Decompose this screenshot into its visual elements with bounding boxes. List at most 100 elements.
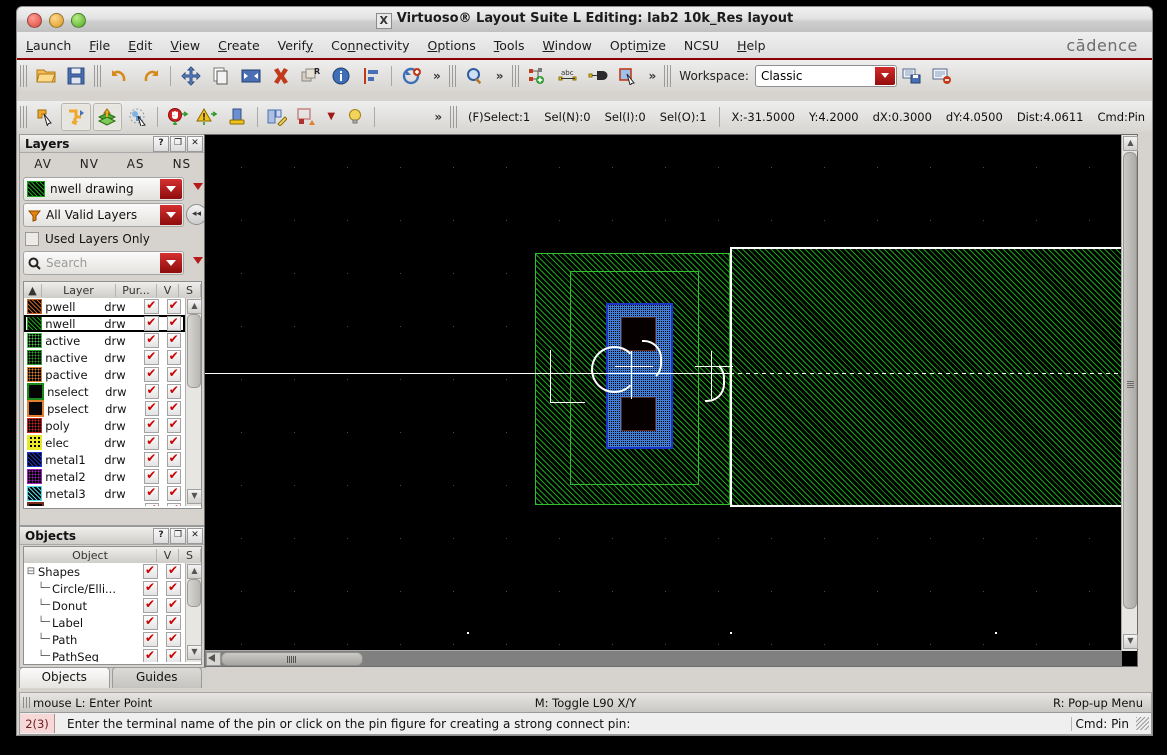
layer-visible-checkbox[interactable] xyxy=(144,298,159,314)
menu-ncsu[interactable]: NCSU xyxy=(675,36,728,55)
layer-filter-dropdown-icon[interactable] xyxy=(160,205,182,225)
layer-selectable-checkbox[interactable] xyxy=(166,434,181,450)
layer-selectable-checkbox[interactable] xyxy=(166,417,181,433)
layer-visible-checkbox[interactable] xyxy=(144,417,159,433)
warning-icon[interactable] xyxy=(194,104,221,130)
current-layer-dropdown-icon[interactable] xyxy=(160,179,182,199)
canvas-scroll-up-icon[interactable]: ▲ xyxy=(1123,136,1138,151)
object-visible-checkbox[interactable] xyxy=(143,580,158,596)
copy-icon[interactable] xyxy=(207,63,235,89)
layer-visible-checkbox[interactable] xyxy=(144,349,159,365)
help-icon[interactable]: ? xyxy=(153,528,169,544)
layer-filter-select[interactable]: All Valid Layers xyxy=(23,203,184,227)
layer-visible-checkbox[interactable] xyxy=(144,400,159,416)
toolbar2-overflow[interactable]: » xyxy=(428,110,447,124)
menu-create[interactable]: Create xyxy=(209,36,269,55)
nwell-region-right-selected[interactable] xyxy=(730,247,1122,507)
layer-row-metal1[interactable]: metal1 drw xyxy=(24,451,185,468)
rotate-icon[interactable]: R xyxy=(297,63,325,89)
layer-visible-checkbox[interactable] xyxy=(144,485,159,501)
current-layer-select[interactable]: nwell drawing xyxy=(23,177,184,201)
toolbar-overflow-2[interactable]: » xyxy=(490,69,509,83)
menu-file[interactable]: File xyxy=(80,36,119,55)
undock-icon[interactable]: ❐ xyxy=(170,136,186,152)
object-selectable-checkbox[interactable] xyxy=(166,580,181,596)
layer-selectable-checkbox[interactable] xyxy=(166,451,181,467)
col-header-object[interactable]: Object xyxy=(24,548,157,562)
layer-selectable-checkbox[interactable] xyxy=(166,502,182,506)
scroll-down-icon[interactable]: ▼ xyxy=(187,645,202,660)
col-header-object-s[interactable]: S xyxy=(179,548,201,562)
close-icon[interactable]: ✕ xyxy=(187,528,203,544)
layer-visible-checkbox[interactable] xyxy=(144,468,159,484)
tab-objects[interactable]: Objects xyxy=(19,667,110,688)
object-row-label[interactable]: └─ Label xyxy=(24,614,185,631)
used-layers-only-checkbox[interactable] xyxy=(25,232,39,246)
menu-options[interactable]: Options xyxy=(418,36,484,55)
layer-row-metal2[interactable]: metal2 drw xyxy=(24,468,185,485)
col-header-s[interactable]: S xyxy=(179,283,201,297)
layer-row-nselect[interactable]: nselect drw xyxy=(24,383,185,400)
undo-icon[interactable] xyxy=(106,63,134,89)
command-prompt[interactable]: Enter the terminal name of the pin or cl… xyxy=(55,717,1071,731)
canvas-hscroll-thumb[interactable] xyxy=(221,652,363,666)
layer-visible-checkbox[interactable] xyxy=(144,502,159,506)
layer-visible-checkbox[interactable] xyxy=(144,434,159,450)
objects-scroll-thumb[interactable] xyxy=(187,579,201,607)
undo-history-icon[interactable] xyxy=(398,63,426,89)
chevron-down-icon[interactable] xyxy=(874,66,895,85)
scroll-up-icon[interactable]: ▲ xyxy=(187,564,202,579)
layer-selectable-checkbox[interactable] xyxy=(166,485,181,501)
object-row-donut[interactable]: └─ Donut xyxy=(24,597,185,614)
layer-visible-checkbox[interactable] xyxy=(144,451,159,467)
object-row-shapes[interactable]: ⊟ Shapes xyxy=(24,563,185,580)
edit-in-place-icon[interactable] xyxy=(264,104,291,130)
select-rect-icon[interactable] xyxy=(614,63,642,89)
object-selectable-checkbox[interactable] xyxy=(166,631,181,647)
bulb-icon[interactable] xyxy=(341,104,368,130)
layer-selectable-checkbox[interactable] xyxy=(166,383,182,399)
object-selectable-checkbox[interactable] xyxy=(166,614,181,630)
col-header-v[interactable]: V xyxy=(157,283,179,297)
layer-search-dropdown-icon[interactable] xyxy=(160,253,182,273)
object-visible-checkbox[interactable] xyxy=(143,648,158,662)
workspace-select[interactable]: Classic xyxy=(754,64,897,87)
status-drag-handle[interactable] xyxy=(450,105,458,128)
toolbar-overflow-3[interactable]: » xyxy=(643,69,662,83)
canvas-vscroll-thumb[interactable] xyxy=(1123,152,1137,609)
create-instance-icon[interactable] xyxy=(524,63,552,89)
object-row-pathseg[interactable]: └─ PathSeg xyxy=(24,648,185,662)
menu-view[interactable]: View xyxy=(161,36,209,55)
col-as[interactable]: AS xyxy=(113,157,159,171)
save-icon[interactable] xyxy=(62,63,90,89)
layer-selectable-checkbox[interactable] xyxy=(166,366,181,382)
menu-help[interactable]: Help xyxy=(728,36,775,55)
object-selectable-checkbox[interactable] xyxy=(166,597,181,613)
layer-row-active[interactable]: active drw xyxy=(24,332,185,349)
object-visible-checkbox[interactable] xyxy=(143,597,158,613)
layer-row-pwell[interactable]: pwell drw xyxy=(24,298,185,315)
ruler-icon[interactable] xyxy=(223,104,250,130)
objects-table-scrollbar[interactable]: ▲ ▼ xyxy=(185,563,202,662)
zoom-icon[interactable] xyxy=(461,63,489,89)
toolbar-drag-handle-2[interactable] xyxy=(94,64,102,87)
layer-search-field[interactable]: Search xyxy=(23,251,184,275)
undock-icon[interactable]: ❐ xyxy=(170,528,186,544)
layer-row-pselect[interactable]: pselect drw xyxy=(24,400,185,417)
layer-selectable-checkbox[interactable] xyxy=(166,468,181,484)
layer-selectable-checkbox[interactable] xyxy=(166,315,181,331)
layer-visible-checkbox[interactable] xyxy=(144,383,159,399)
used-layers-only-row[interactable]: Used Layers Only xyxy=(20,229,205,249)
redo-icon[interactable] xyxy=(136,63,164,89)
scroll-up-icon[interactable]: ▲ xyxy=(187,299,202,314)
canvas-scroll-down-icon[interactable]: ▼ xyxy=(1123,634,1138,649)
help-icon[interactable]: ? xyxy=(153,136,169,152)
layers-table-scrollbar[interactable]: ▲ ▼ xyxy=(185,298,202,506)
object-visible-checkbox[interactable] xyxy=(143,614,158,630)
sort-ascending-icon[interactable]: ▲ xyxy=(24,283,42,297)
layout-canvas[interactable] xyxy=(205,135,1122,651)
menu-tools[interactable]: Tools xyxy=(485,36,534,55)
layer-visible-checkbox[interactable] xyxy=(144,332,159,348)
object-row-path[interactable]: └─ Path xyxy=(24,631,185,648)
layer-search-menu-caret-icon[interactable] xyxy=(193,257,203,264)
